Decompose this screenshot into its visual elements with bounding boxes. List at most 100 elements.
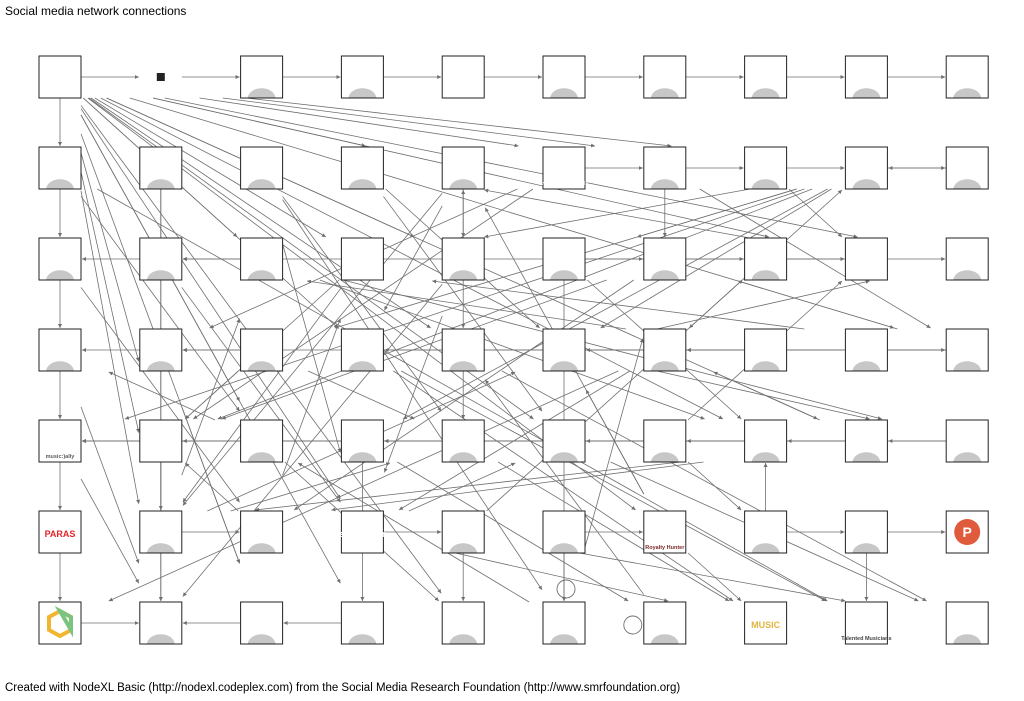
node-logo-text: avalanche records (540, 181, 588, 187)
edge-n30-n61 (80, 406, 140, 564)
node-n2[interactable] (240, 55, 284, 99)
avatar-head-shape (757, 519, 774, 535)
node-n30[interactable] (38, 328, 82, 372)
node-n8[interactable] (844, 55, 888, 99)
node-logo-text: tunecore (142, 438, 180, 448)
node-n56[interactable]: Royalty Hunter (643, 510, 687, 554)
node-n46[interactable] (643, 419, 687, 463)
node-tiny-avatar (156, 73, 165, 81)
node-n27[interactable] (744, 237, 788, 281)
edge-n0-n61 (80, 190, 141, 504)
self-loop-n65 (556, 579, 576, 599)
node-n60[interactable] (38, 601, 82, 645)
edge-n0-n18 (246, 97, 672, 148)
node-n23[interactable] (340, 237, 384, 281)
edge-n21-n53 (181, 287, 341, 503)
node-n12[interactable] (240, 146, 284, 190)
edge-n0-n16 (199, 97, 519, 148)
node-n11[interactable] (139, 146, 183, 190)
node-n48[interactable] (844, 419, 888, 463)
node-n22[interactable] (240, 237, 284, 281)
credit-footer: Created with NodeXL Basic (http://nodexl… (5, 682, 681, 694)
node-n39[interactable] (945, 328, 989, 372)
edge-n0-n23 (94, 97, 327, 238)
edge-n35-n49 (656, 370, 870, 421)
node-n59[interactable]: P (945, 510, 989, 554)
edge-n18-n41 (217, 188, 813, 420)
node-n35[interactable] (542, 328, 586, 372)
node-n19[interactable] (945, 146, 989, 190)
avatar-head-shape (959, 428, 976, 444)
node-n57[interactable] (744, 510, 788, 554)
node-n20[interactable] (38, 237, 82, 281)
node-n32[interactable] (240, 328, 284, 372)
node-n64[interactable] (441, 601, 485, 645)
avatar-head-shape (152, 155, 169, 171)
node-n38[interactable] (844, 328, 888, 372)
node-n40[interactable]: music:)ally (38, 419, 82, 463)
node-n3[interactable] (340, 55, 384, 99)
node-n61[interactable] (139, 601, 183, 645)
node-n28[interactable]: Business (844, 237, 888, 281)
node-n67[interactable]: MUSIC (744, 601, 788, 645)
avatar-head-shape (354, 337, 371, 353)
node-n1[interactable] (156, 73, 165, 81)
node-n42[interactable] (240, 419, 284, 463)
node-n68[interactable]: Talented Musicians (841, 601, 892, 645)
node-n66[interactable] (643, 601, 687, 645)
avatar-head-shape (959, 155, 976, 171)
node-n54[interactable] (441, 510, 485, 554)
avatar-head-shape (52, 246, 68, 262)
node-n49[interactable] (945, 419, 989, 463)
node-n25[interactable] (542, 237, 586, 281)
node-n18[interactable] (844, 146, 888, 190)
avatar-head-shape (858, 64, 875, 80)
node-n10[interactable] (38, 146, 82, 190)
node-n13[interactable] (340, 146, 384, 190)
node-n16[interactable] (643, 146, 687, 190)
node-n69[interactable] (945, 601, 989, 645)
node-n26[interactable] (643, 237, 687, 281)
node-n63[interactable] (340, 601, 384, 645)
node-n34[interactable] (441, 328, 485, 372)
avatar-head-shape (354, 155, 371, 171)
node-n31[interactable] (139, 328, 183, 372)
avatar-head-shape (52, 337, 68, 353)
node-n5[interactable] (542, 55, 586, 99)
node-n21[interactable] (139, 237, 183, 281)
node-logo-text: Talented Musicians (841, 636, 891, 642)
node-n52[interactable] (240, 510, 284, 554)
node-n58[interactable] (844, 510, 888, 554)
node-n41[interactable]: tunecore (139, 419, 183, 463)
node-n36[interactable] (643, 328, 687, 372)
node-n14[interactable] (441, 146, 485, 190)
avatar-head-shape (253, 610, 270, 626)
node-n55[interactable] (542, 510, 586, 554)
node-n33[interactable] (340, 328, 384, 372)
node-n29[interactable] (945, 237, 989, 281)
node-n24[interactable] (441, 237, 485, 281)
avatar-head-shape (656, 246, 673, 262)
node-n7[interactable] (744, 55, 788, 99)
node-n62[interactable] (240, 601, 284, 645)
edge-n44-n67 (497, 461, 730, 602)
node-n0[interactable] (38, 55, 82, 99)
node-n4[interactable]: 100 (441, 55, 485, 99)
node-n44[interactable] (441, 419, 485, 463)
node-n43[interactable] (340, 419, 384, 463)
node-n50[interactable]: PARAS (38, 510, 82, 554)
edge-n22-n49 (342, 279, 883, 420)
node-n6[interactable] (643, 55, 687, 99)
node-n9[interactable] (945, 55, 989, 99)
avatar-head-shape (455, 610, 472, 626)
node-n51[interactable] (139, 510, 183, 554)
node-n17[interactable] (744, 146, 788, 190)
node-n53[interactable]: songwriter (339, 510, 386, 554)
edge-n56-n35 (585, 389, 645, 495)
node-n65[interactable] (542, 601, 586, 645)
node-n45[interactable] (542, 419, 586, 463)
node-n47[interactable] (744, 419, 788, 463)
avatar-head-shape (858, 519, 875, 535)
node-n37[interactable] (744, 328, 788, 372)
node-n15[interactable]: avalanche records (540, 146, 588, 190)
